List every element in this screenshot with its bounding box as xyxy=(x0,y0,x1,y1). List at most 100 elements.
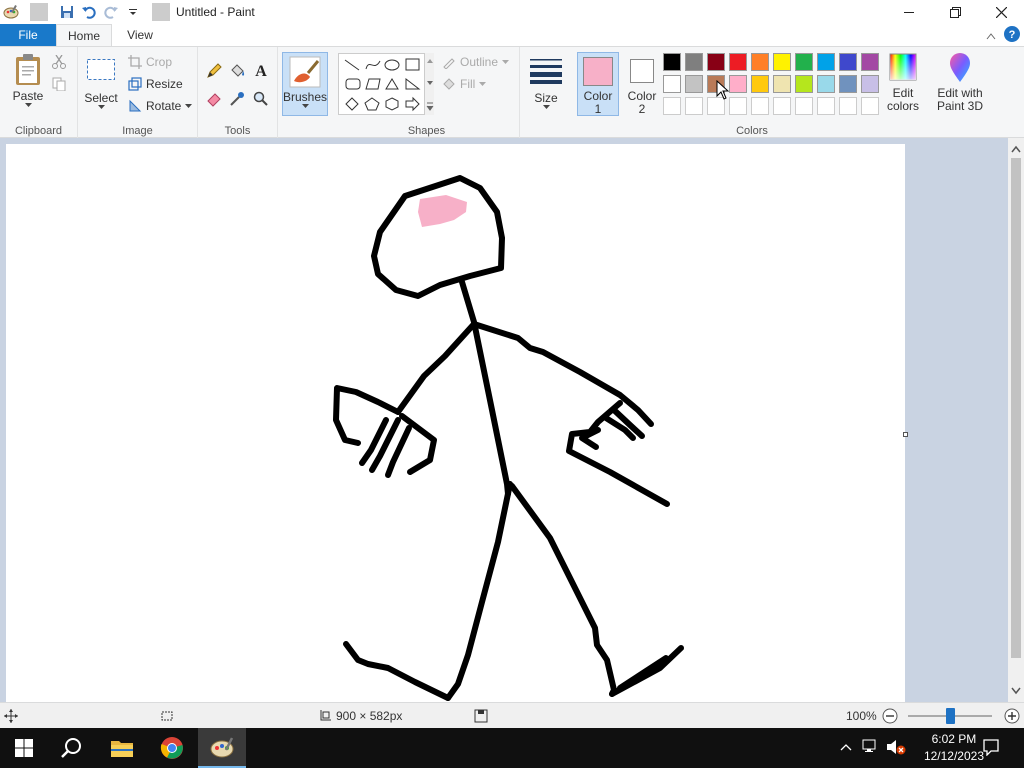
select-dropdown-icon[interactable] xyxy=(97,105,105,109)
palette-color-swatch[interactable] xyxy=(751,53,769,71)
zoom-out-button[interactable] xyxy=(882,708,898,727)
outline-dropdown-icon xyxy=(502,60,510,64)
vertical-scrollbar[interactable] xyxy=(1008,138,1024,702)
brushes-dropdown-icon[interactable] xyxy=(301,104,309,108)
collapse-ribbon-icon[interactable] xyxy=(986,29,996,43)
paste-label: Paste xyxy=(12,89,44,103)
edit-colors-button[interactable]: Edit colors xyxy=(880,53,926,112)
start-button[interactable] xyxy=(0,728,48,768)
palette-color-swatch[interactable] xyxy=(729,75,747,93)
close-button[interactable] xyxy=(978,0,1024,24)
rotate-button[interactable]: Rotate xyxy=(128,99,193,113)
outline-button[interactable]: Outline xyxy=(442,55,510,69)
drawing-canvas[interactable] xyxy=(6,144,905,702)
color2-button[interactable]: Color 2 xyxy=(622,52,662,116)
copy-icon[interactable] xyxy=(52,77,66,94)
network-icon[interactable] xyxy=(862,738,880,757)
fill-bucket-icon[interactable] xyxy=(229,63,245,82)
show-hidden-icons-icon[interactable] xyxy=(840,740,852,754)
paint-taskbar-button[interactable] xyxy=(198,728,246,768)
palette-color-swatch[interactable] xyxy=(861,53,879,71)
redo-icon[interactable] xyxy=(102,3,120,21)
shapes-gallery[interactable] xyxy=(338,53,434,115)
fill-button[interactable]: Fill xyxy=(442,77,487,91)
minimize-button[interactable] xyxy=(886,0,932,24)
pencil-icon[interactable] xyxy=(206,63,222,82)
paint-app-icon[interactable] xyxy=(2,3,20,21)
save-icon[interactable] xyxy=(58,3,76,21)
clock-time: 6:02 PM xyxy=(931,732,977,746)
crop-button[interactable]: Crop xyxy=(128,55,172,69)
chrome-button[interactable] xyxy=(148,728,196,768)
edit-with-paint3d-button[interactable]: Edit with Paint 3D xyxy=(932,53,988,112)
brushes-button[interactable]: Brushes xyxy=(282,52,328,116)
canvas-resize-handle[interactable] xyxy=(903,432,908,437)
magnifier-icon[interactable] xyxy=(253,91,269,110)
palette-color-swatch[interactable] xyxy=(773,75,791,93)
help-icon[interactable]: ? xyxy=(1004,26,1020,45)
palette-empty-swatch[interactable] xyxy=(685,97,703,115)
zoom-slider-thumb[interactable] xyxy=(946,708,955,724)
rotate-label: Rotate xyxy=(146,99,182,113)
image-group-label: Image xyxy=(122,125,153,137)
clipboard-group-label: Clipboard xyxy=(14,125,63,137)
folder-icon xyxy=(111,741,133,757)
volume-muted-icon[interactable] xyxy=(886,738,906,759)
palette-color-swatch[interactable] xyxy=(817,75,835,93)
tab-view[interactable]: View xyxy=(112,24,168,46)
palette-empty-swatch[interactable] xyxy=(861,97,879,115)
tab-home[interactable]: Home xyxy=(56,24,112,46)
palette-color-swatch[interactable] xyxy=(751,75,769,93)
text-tool-icon[interactable]: A xyxy=(253,61,269,82)
palette-color-swatch[interactable] xyxy=(795,75,813,93)
canvas-workspace xyxy=(0,138,1008,702)
palette-empty-swatch[interactable] xyxy=(839,97,857,115)
ribbon: Paste Clipboard Select Crop Resize Rotat… xyxy=(0,46,1024,139)
palette-color-swatch[interactable] xyxy=(817,53,835,71)
palette-empty-swatch[interactable] xyxy=(729,97,747,115)
palette-color-swatch[interactable] xyxy=(839,75,857,93)
windows-icon xyxy=(15,739,33,757)
palette-color-swatch[interactable] xyxy=(685,53,703,71)
palette-empty-swatch[interactable] xyxy=(795,97,813,115)
file-explorer-button[interactable] xyxy=(98,728,146,768)
resize-icon xyxy=(128,77,142,91)
palette-color-swatch[interactable] xyxy=(707,53,725,71)
palette-color-swatch[interactable] xyxy=(861,75,879,93)
palette-color-swatch[interactable] xyxy=(685,75,703,93)
palette-color-swatch[interactable] xyxy=(663,75,681,93)
palette-empty-swatch[interactable] xyxy=(817,97,835,115)
color1-button[interactable]: Color 1 xyxy=(577,52,619,116)
palette-empty-swatch[interactable] xyxy=(773,97,791,115)
customize-quick-access-icon[interactable] xyxy=(124,3,142,21)
palette-color-swatch[interactable] xyxy=(839,53,857,71)
cursor-position-icon xyxy=(4,709,18,726)
palette-color-swatch[interactable] xyxy=(795,53,813,71)
zoom-in-button[interactable] xyxy=(1004,708,1020,727)
palette-color-swatch[interactable] xyxy=(663,53,681,71)
palette-empty-swatch[interactable] xyxy=(751,97,769,115)
size-dropdown-icon[interactable] xyxy=(542,105,550,109)
fill-label: Fill xyxy=(460,77,476,91)
size-button[interactable]: Size xyxy=(526,55,566,109)
color1-swatch xyxy=(583,57,613,86)
palette-empty-swatch[interactable] xyxy=(663,97,681,115)
shapes-gallery-scroll[interactable] xyxy=(424,53,434,115)
select-button[interactable]: Select xyxy=(84,57,118,109)
palette-color-swatch[interactable] xyxy=(729,53,747,71)
paste-dropdown-icon[interactable] xyxy=(24,103,32,107)
rotate-dropdown-icon[interactable] xyxy=(185,104,193,108)
action-center-icon[interactable] xyxy=(982,738,1000,759)
undo-icon[interactable] xyxy=(80,3,98,21)
search-button[interactable] xyxy=(48,728,96,768)
eraser-icon[interactable] xyxy=(206,91,222,110)
restore-button[interactable] xyxy=(932,0,978,24)
tab-file[interactable]: File xyxy=(0,24,56,46)
resize-button[interactable]: Resize xyxy=(128,77,183,91)
cut-icon[interactable] xyxy=(52,54,66,72)
paste-button[interactable]: Paste xyxy=(8,53,48,107)
color-picker-icon[interactable] xyxy=(229,91,245,110)
palette-color-swatch[interactable] xyxy=(773,53,791,71)
system-clock[interactable]: 6:02 PM 12/12/2023 xyxy=(924,731,984,765)
zoom-level: 100% xyxy=(846,709,877,723)
